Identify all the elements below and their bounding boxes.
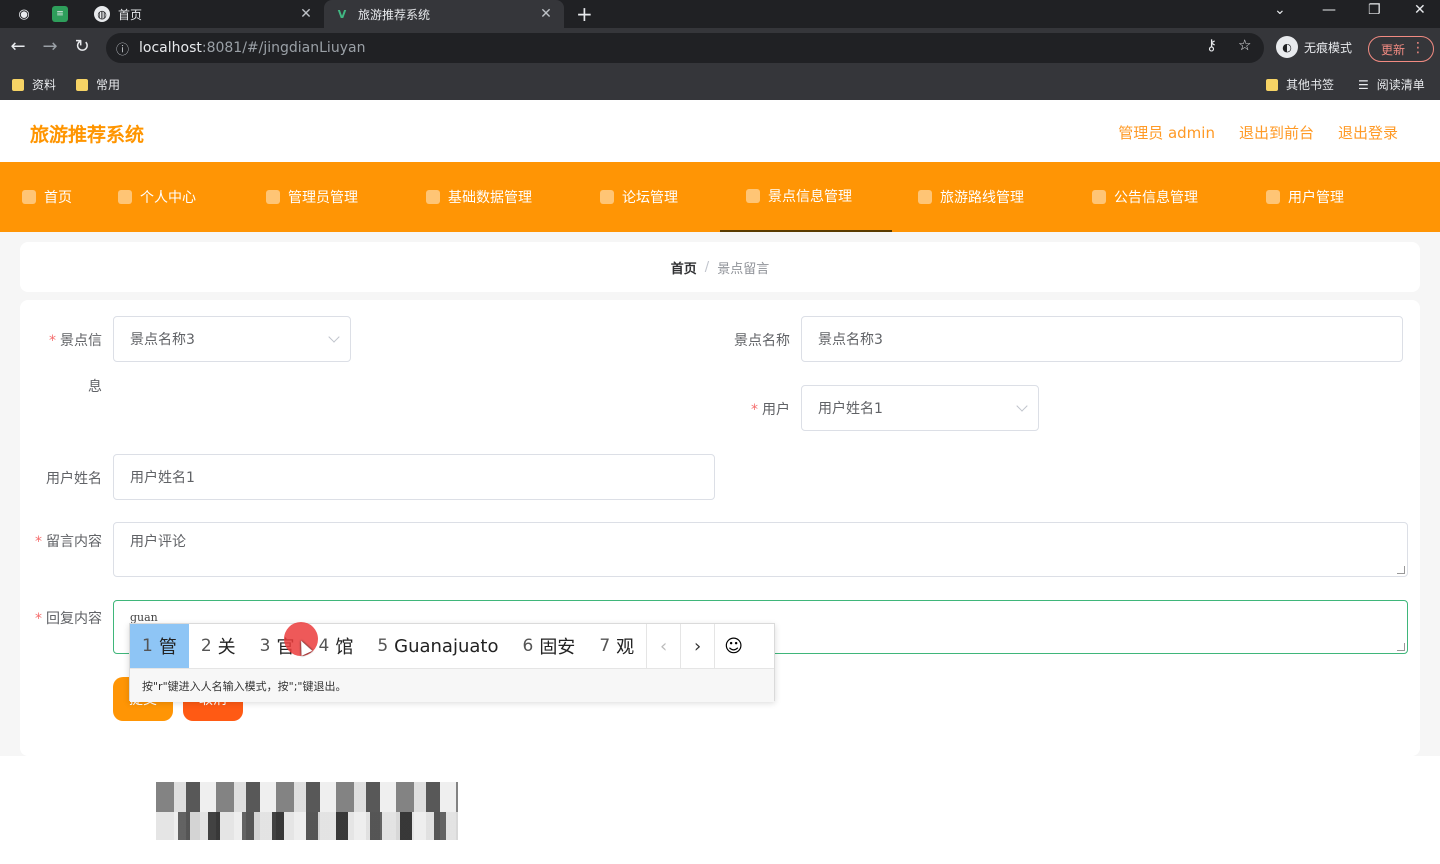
chevron-down-icon <box>328 331 340 343</box>
scenic-name-field[interactable]: 景点名称3 <box>801 316 1403 362</box>
ime-next-page-icon[interactable]: › <box>680 624 714 668</box>
ime-candidate-row: 1管 2关 3官 4馆 5Guanajuato 6固安 7观 ‹ › ☺ <box>130 624 774 668</box>
incognito-icon: ◐ <box>1276 36 1298 58</box>
breadcrumb: 首页 / 景点留言 <box>20 242 1420 292</box>
nav-forum[interactable]: 论坛管理 <box>600 162 678 232</box>
folder-icon <box>12 78 24 91</box>
scenic-name-label: 景点名称 <box>734 333 790 349</box>
pixelated-watermark <box>156 812 458 840</box>
bookmark-folder[interactable]: 资料 <box>12 76 56 93</box>
reading-list[interactable]: ☰ 阅读清单 <box>1358 76 1425 93</box>
route-icon <box>918 190 932 204</box>
forum-icon <box>600 190 614 204</box>
forward-icon[interactable]: → <box>38 36 62 57</box>
tab-home[interactable]: ◍ 首页 ✕ <box>84 0 324 28</box>
ime-prev-page-icon[interactable]: ‹ <box>646 624 680 668</box>
scenic-info-label: * 景点信 <box>49 333 102 349</box>
main-nav: 首页 个人中心 管理员管理 基础数据管理 论坛管理 景点信息管理 旅游路线管理 … <box>0 162 1440 232</box>
message-textarea[interactable]: 用户评论 <box>113 522 1408 577</box>
grid-icon <box>746 189 760 203</box>
folder-icon <box>1266 78 1278 91</box>
ime-candidate[interactable]: 1管 <box>130 624 189 668</box>
browser-menu-icon[interactable]: ◉ <box>14 4 34 24</box>
close-window-button[interactable]: ✕ <box>1414 2 1426 18</box>
resize-handle-icon[interactable] <box>1397 566 1405 574</box>
tab-search-icon[interactable]: ⌄ <box>1274 2 1286 18</box>
update-button[interactable]: 更新 ⋮ <box>1368 36 1434 62</box>
ime-candidate[interactable]: 7观 <box>587 624 646 668</box>
minimize-button[interactable]: — <box>1322 2 1336 18</box>
notice-icon <box>1092 190 1106 204</box>
ime-candidate[interactable]: 6 固安 <box>510 624 587 668</box>
ime-candidate[interactable]: 5 Guanajuato <box>365 624 510 668</box>
kebab-menu-icon[interactable]: ⋮ <box>1411 40 1425 56</box>
bookmark-folder-other[interactable]: 其他书签 <box>1266 76 1334 93</box>
breadcrumb-separator: / <box>704 259 710 275</box>
ime-hint: 按"r"键进入人名输入模式，按";"键退出。 <box>130 668 774 702</box>
ime-candidate-window: 1管 2关 3官 4馆 5Guanajuato 6固安 7观 ‹ › ☺ 按"r… <box>129 623 775 702</box>
home-icon <box>22 190 36 204</box>
pinned-tab-icon[interactable]: ≡ <box>52 6 68 22</box>
username-label: 用户姓名 <box>46 471 102 487</box>
user-label: * 用户 <box>751 402 790 418</box>
globe-icon: ◍ <box>94 6 110 22</box>
scenic-select[interactable]: 景点名称3 <box>113 316 351 362</box>
reload-icon[interactable]: ↻ <box>70 36 94 57</box>
back-to-front-link[interactable]: 退出到前台 <box>1239 122 1314 143</box>
header-links: 管理员 admin 退出到前台 退出登录 <box>1118 122 1398 143</box>
nav-announcements[interactable]: 公告信息管理 <box>1092 162 1198 232</box>
close-tab-icon[interactable]: ✕ <box>536 6 556 22</box>
reading-list-icon: ☰ <box>1358 77 1369 92</box>
breadcrumb-home[interactable]: 首页 <box>671 258 697 277</box>
user-icon <box>118 190 132 204</box>
database-icon <box>426 190 440 204</box>
logout-link[interactable]: 退出登录 <box>1338 122 1398 143</box>
chevron-down-icon <box>1016 400 1028 412</box>
nav-admin-management[interactable]: 管理员管理 <box>266 162 358 232</box>
nav-personal-center[interactable]: 个人中心 <box>118 162 196 232</box>
username-field[interactable]: 用户姓名1 <box>113 454 715 500</box>
folder-icon <box>76 78 88 91</box>
ime-candidate[interactable]: 2关 <box>189 624 248 668</box>
bookmarks-bar: 资料 常用 其他书签 ☰ 阅读清单 <box>0 68 1440 100</box>
vue-logo-icon: V <box>337 7 347 21</box>
users-icon <box>1266 190 1280 204</box>
breadcrumb-current: 景点留言 <box>717 261 770 277</box>
bookmark-star-icon[interactable]: ☆ <box>1238 36 1251 54</box>
message-label: * 留言内容 <box>35 534 102 550</box>
nav-user-management[interactable]: 用户管理 <box>1266 162 1344 232</box>
nav-basic-data[interactable]: 基础数据管理 <box>426 162 532 232</box>
admin-user-label: 管理员 admin <box>1118 124 1215 142</box>
scenic-info-label-cont: 息 <box>88 379 102 395</box>
back-icon[interactable]: ← <box>6 36 30 57</box>
resize-handle-icon[interactable] <box>1397 643 1405 651</box>
browser-toolbar: ← → ↻ ⓘ localhost:8081/#/jingdianLiuyan … <box>0 28 1440 68</box>
brand-title: 旅游推荐系统 <box>30 124 145 146</box>
nav-travel-routes[interactable]: 旅游路线管理 <box>918 162 1024 232</box>
restore-button[interactable]: ❐ <box>1368 2 1381 18</box>
shield-icon <box>266 190 280 204</box>
incognito-indicator[interactable]: ◐ 无痕模式 <box>1276 36 1352 58</box>
site-info-icon[interactable]: ⓘ <box>116 39 129 58</box>
app-header: 旅游推荐系统 管理员 admin 退出到前台 退出登录 <box>0 100 1440 162</box>
password-key-icon[interactable]: ⚷ <box>1206 36 1217 54</box>
bookmark-folder[interactable]: 常用 <box>76 76 120 93</box>
browser-tabbar: ◉ ≡ ◍ 首页 ✕ V 旅游推荐系统 ✕ + ⌄ — ❐ ✕ <box>0 0 1440 28</box>
new-tab-button[interactable]: + <box>576 2 593 26</box>
nav-scenic-spots[interactable]: 景点信息管理 <box>720 162 892 232</box>
reply-label: * 回复内容 <box>35 611 102 627</box>
tab-travel-system[interactable]: V 旅游推荐系统 ✕ <box>324 0 564 28</box>
url-bar[interactable]: ⓘ localhost:8081/#/jingdianLiuyan <box>106 33 1264 63</box>
close-tab-icon[interactable]: ✕ <box>296 6 316 22</box>
ime-emoji-icon[interactable]: ☺ <box>714 624 752 668</box>
nav-home[interactable]: 首页 <box>22 162 72 232</box>
user-select[interactable]: 用户姓名1 <box>801 385 1039 431</box>
